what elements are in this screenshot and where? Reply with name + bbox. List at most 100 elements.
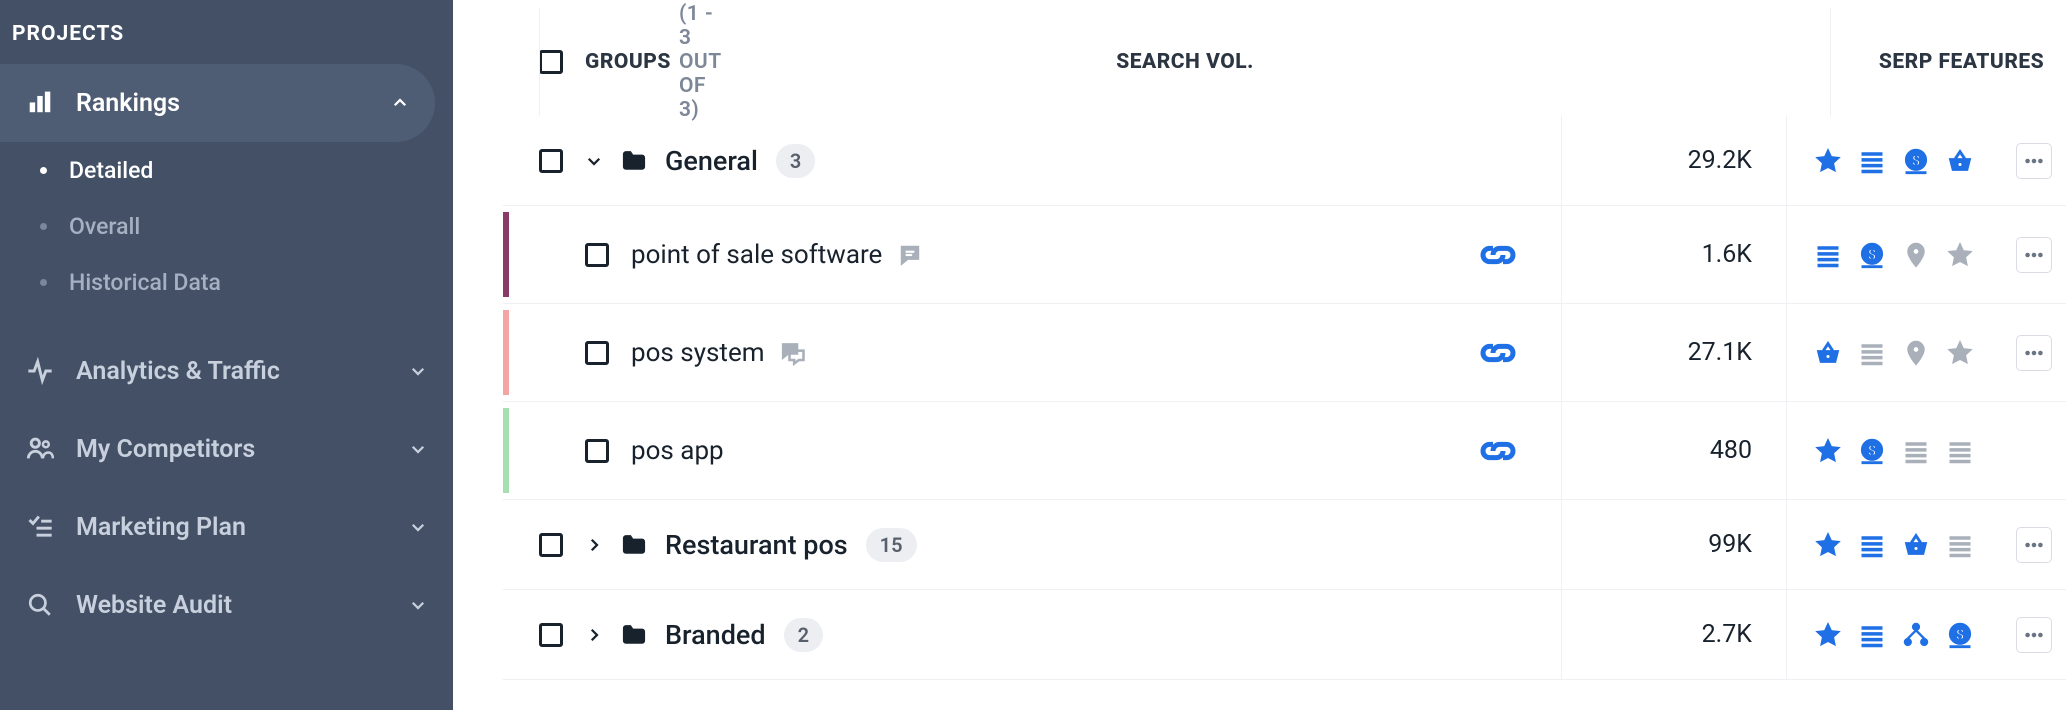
col-header-search-vol[interactable]: SEARCH VOL. [539,8,1830,116]
cell-serp-features [1786,500,2066,589]
bars-icon [26,89,54,117]
sidebar-item-analytics[interactable]: Analytics & Traffic [0,332,453,410]
basket-icon [1813,338,1843,368]
folder-icon [619,620,649,650]
row-checkbox[interactable] [539,623,563,647]
dollar-icon [1857,240,1887,270]
group-row[interactable]: Restaurant pos 15 99K [503,500,2066,590]
dot-icon [40,279,47,286]
chevron-up-icon [391,94,409,112]
cell-search-vol: 2.7K [1561,590,1786,679]
chevron-down-icon [409,440,427,458]
sidebar-item-label: My Competitors [76,435,255,464]
sidebar-item-rankings[interactable]: Rankings [0,64,435,142]
cell-search-vol: 27.1K [1561,304,1786,401]
link-icon[interactable] [1477,430,1519,472]
people-icon [26,435,54,463]
more-button[interactable] [2016,527,2052,563]
sidebar-sub-label: Detailed [69,157,153,184]
dot-icon [40,223,47,230]
color-bar [503,408,509,493]
color-bar [503,212,509,297]
checklist-icon [26,513,54,541]
row-checkbox[interactable] [585,243,609,267]
row-checkbox[interactable] [539,533,563,557]
group-row[interactable]: General 3 29.2K [503,116,2066,206]
sidebar-item-label: Analytics & Traffic [76,357,280,386]
keyword-row[interactable]: point of sale software 1.6K [503,206,2066,304]
row-checkbox[interactable] [585,439,609,463]
sidebar-sub-detailed[interactable]: Detailed [0,142,453,198]
star-icon [1945,240,1975,270]
sidebar-sub-overall[interactable]: Overall [0,198,453,254]
star-icon [1813,530,1843,560]
main-panel: GROUPS (1 - 3 OUT OF 3) SEARCH VOL. SERP… [453,0,2066,710]
chevron-right-icon[interactable] [585,626,603,644]
star-icon [1945,338,1975,368]
basket-icon [1901,530,1931,560]
more-button[interactable] [2016,335,2052,371]
keyword-name: point of sale software [631,240,882,270]
dot-icon [40,167,47,174]
pin-icon [1901,240,1931,270]
sidebar-sub-label: Historical Data [69,269,221,296]
chevron-down-icon [409,362,427,380]
lines-icon [1945,436,1975,466]
lines-icon [1857,338,1887,368]
group-name: General [665,145,758,177]
cell-search-vol: 1.6K [1561,206,1786,303]
star-icon [1813,436,1843,466]
lines-icon [1857,620,1887,650]
lines-icon [1901,436,1931,466]
chevron-right-icon[interactable] [585,536,603,554]
keyword-row[interactable]: pos app 480 [503,402,2066,500]
star-icon [1813,146,1843,176]
basket-icon [1945,146,1975,176]
lines-icon [1813,240,1843,270]
sidebar: PROJECTS Rankings Detailed Overall Histo… [0,0,453,710]
search-icon [26,591,54,619]
dollar-icon [1945,620,1975,650]
sidebar-item-marketing-plan[interactable]: Marketing Plan [0,488,453,566]
more-button[interactable] [2016,617,2052,653]
star-icon [1813,620,1843,650]
keyword-row[interactable]: pos system 27.1K [503,304,2066,402]
group-row[interactable]: Branded 2 2.7K [503,590,2066,680]
dollar-icon [1901,146,1931,176]
color-bar [503,310,509,395]
cell-serp-features [1786,402,2066,499]
table-header: GROUPS (1 - 3 OUT OF 3) SEARCH VOL. SERP… [503,8,2066,116]
cell-search-vol: 480 [1561,402,1786,499]
chevron-down-icon [409,518,427,536]
sidebar-sub-label: Overall [69,213,140,240]
chevron-down-icon[interactable] [585,152,603,170]
sidebar-item-competitors[interactable]: My Competitors [0,410,453,488]
group-count-badge: 2 [784,618,823,652]
dollar-icon [1857,436,1887,466]
more-button[interactable] [2016,143,2052,179]
sidebar-item-label: Rankings [76,89,180,118]
chats-icon[interactable] [779,339,807,367]
cell-serp-features [1786,116,2066,205]
link-icon[interactable] [1477,332,1519,374]
keyword-name: pos app [631,436,724,466]
chevron-down-icon [409,596,427,614]
cell-serp-features [1786,590,2066,679]
cell-search-vol: 99K [1561,500,1786,589]
group-count-badge: 3 [776,144,815,178]
more-button[interactable] [2016,237,2052,273]
sidebar-item-label: Website Audit [76,591,232,620]
group-name: Restaurant pos [665,529,848,561]
sitelinks-icon [1901,620,1931,650]
sidebar-item-website-audit[interactable]: Website Audit [0,566,453,644]
row-checkbox[interactable] [585,341,609,365]
lines-icon [1857,530,1887,560]
sidebar-sub-historical[interactable]: Historical Data [0,254,453,310]
link-icon[interactable] [1477,234,1519,276]
col-header-serp-features[interactable]: SERP FEATURES [1830,8,2066,116]
row-checkbox[interactable] [539,149,563,173]
pulse-icon [26,357,54,385]
chat-icon[interactable] [896,241,924,269]
group-name: Branded [665,619,766,651]
cell-serp-features [1786,206,2066,303]
